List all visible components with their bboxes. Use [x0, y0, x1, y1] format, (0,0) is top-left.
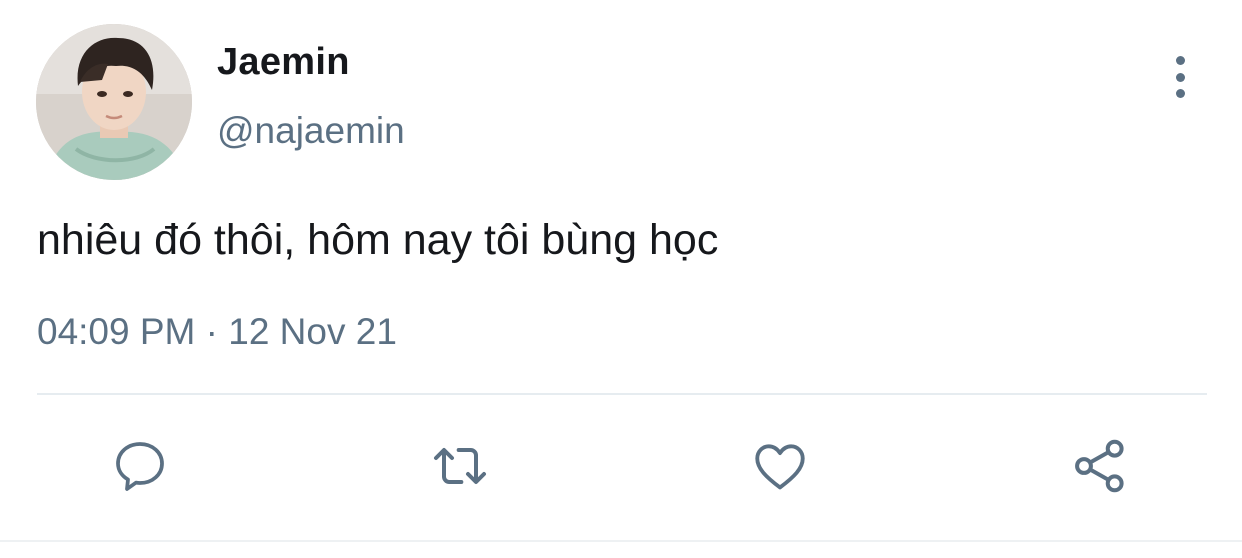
share-button[interactable]	[1068, 434, 1132, 498]
more-dot-icon	[1175, 89, 1185, 98]
tweet-card: Jaemin @najaemin nhiêu đó thôi, hôm nay …	[0, 0, 1242, 558]
reply-button[interactable]	[108, 434, 172, 498]
heart-icon	[755, 444, 805, 490]
share-icon	[1075, 439, 1124, 493]
avatar-image	[36, 24, 192, 180]
retweet-icon	[434, 448, 486, 484]
more-dot-icon	[1175, 72, 1185, 82]
author-handle[interactable]: @najaemin	[217, 108, 405, 154]
bottom-divider	[0, 540, 1242, 542]
author-display-name[interactable]: Jaemin	[217, 38, 350, 86]
tweet-timestamp[interactable]: 04:09 PM · 12 Nov 21	[37, 306, 397, 358]
like-button[interactable]	[748, 434, 812, 498]
divider	[37, 393, 1207, 395]
retweet-button[interactable]	[428, 434, 492, 498]
comment-icon	[116, 442, 164, 491]
more-dot-icon	[1175, 56, 1185, 65]
more-options-button[interactable]	[1160, 52, 1200, 102]
avatar[interactable]	[36, 24, 192, 180]
tweet-text: nhiêu đó thôi, hôm nay tôi bùng học	[37, 216, 719, 264]
